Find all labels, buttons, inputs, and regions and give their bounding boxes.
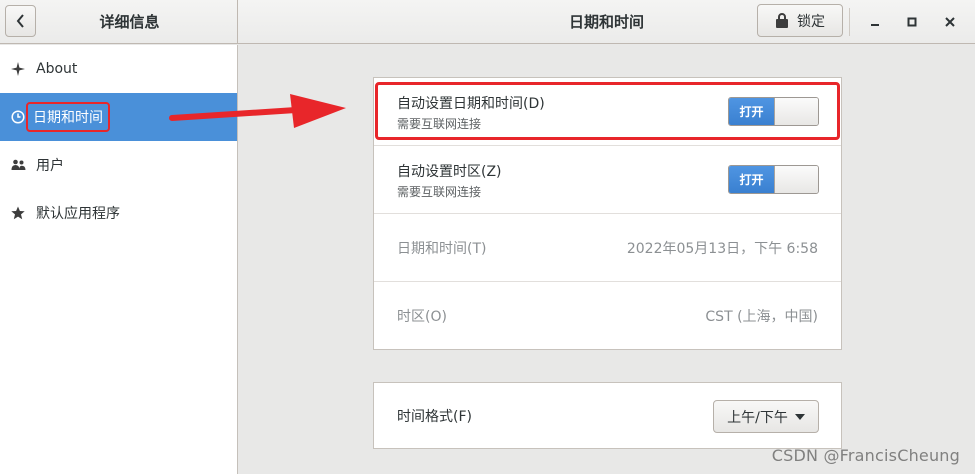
close-icon: [945, 17, 955, 27]
time-format-dropdown[interactable]: 上午/下午: [713, 400, 819, 433]
lock-button[interactable]: 锁定: [757, 4, 843, 37]
auto-timezone-title: 自动设置时区(Z): [397, 164, 502, 180]
chevron-left-icon: [16, 14, 24, 28]
sidebar-item-about[interactable]: About: [0, 45, 237, 93]
star-icon: [0, 206, 36, 220]
maximize-button[interactable]: [899, 9, 925, 35]
back-button[interactable]: [5, 5, 36, 37]
header-separator: [849, 8, 850, 36]
time-format-row: 时间格式(F) 上午/下午: [374, 383, 841, 448]
datetime-row: 日期和时间(T) 2022年05月13日，下午 6:58: [374, 214, 841, 282]
time-format-value: 上午/下午: [727, 409, 788, 426]
auto-datetime-row[interactable]: 自动设置日期和时间(D) 需要互联网连接 打开: [374, 78, 841, 146]
datetime-value: 2022年05月13日，下午 6:58: [626, 241, 818, 257]
sidebar-item-label: 日期和时间: [26, 102, 110, 132]
header-bar: 详细信息 日期和时间 锁定: [0, 0, 975, 44]
time-format-card: 时间格式(F) 上午/下午: [373, 382, 842, 449]
sidebar-item-label: 用户: [36, 158, 64, 174]
star-sparkle-icon: [0, 62, 36, 76]
maximize-icon: [907, 17, 917, 27]
sidebar-item-default-apps[interactable]: 默认应用程序: [0, 189, 237, 237]
auto-datetime-title: 自动设置日期和时间(D): [397, 96, 545, 112]
auto-timezone-row[interactable]: 自动设置时区(Z) 需要互联网连接 打开: [374, 146, 841, 214]
annotation-arrow: [169, 94, 346, 128]
watermark: CSDN @FrancisCheung: [771, 446, 960, 465]
panel-title: 详细信息: [99, 13, 160, 31]
switch-knob: [774, 98, 818, 125]
minimize-icon: [871, 24, 879, 26]
sidebar-item-users[interactable]: 用户: [0, 141, 237, 189]
auto-datetime-switch[interactable]: 打开: [728, 97, 819, 126]
switch-on-label: 打开: [729, 98, 774, 125]
sidebar-item-label: 默认应用程序: [36, 206, 120, 222]
users-icon: [0, 159, 36, 171]
chevron-down-icon: [794, 413, 805, 420]
switch-on-label: 打开: [729, 166, 774, 193]
datetime-settings-card: 自动设置日期和时间(D) 需要互联网连接 打开 自动设置时区(Z) 需要互联网连…: [373, 77, 842, 350]
timezone-row: 时区(O) CST (上海，中国): [374, 282, 841, 349]
auto-timezone-switch[interactable]: 打开: [728, 165, 819, 194]
datetime-title: 日期和时间(T): [397, 241, 487, 257]
auto-datetime-subtitle: 需要互联网连接: [397, 117, 482, 131]
minimize-button[interactable]: [862, 9, 888, 35]
lock-icon: [776, 13, 788, 28]
auto-timezone-subtitle: 需要互联网连接: [397, 185, 482, 199]
timezone-value: CST (上海，中国): [705, 309, 818, 325]
close-button[interactable]: [937, 9, 963, 35]
sidebar-item-label: About: [36, 61, 78, 77]
time-format-title: 时间格式(F): [397, 409, 472, 425]
lock-label: 锁定: [797, 13, 825, 30]
sidebar-header: 详细信息: [0, 0, 238, 44]
switch-knob: [774, 166, 818, 193]
timezone-title: 时区(O): [397, 309, 447, 325]
